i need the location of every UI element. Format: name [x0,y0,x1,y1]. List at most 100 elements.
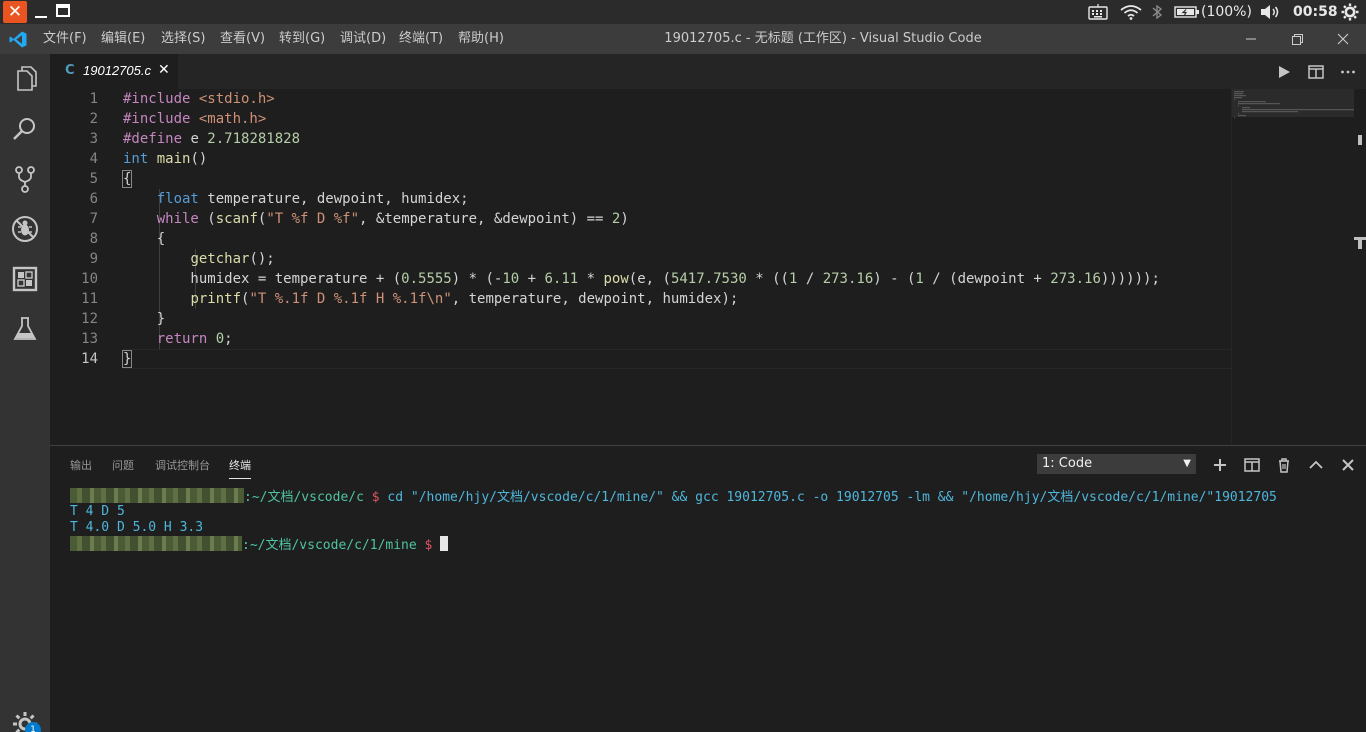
files-icon[interactable] [9,63,41,95]
clock[interactable]: 00:58 [1293,0,1338,24]
terminal-path: :~/文档/vscode/c [244,490,364,505]
code-text: #define e 2.718281828 [123,129,300,149]
code-line[interactable]: 12 } [50,309,1231,329]
terminal-line-1: :~/文档/vscode/c $ cd "/home/hjy/文档/vscode… [70,488,1277,505]
maximize-panel-icon[interactable] [1307,456,1325,474]
menu-edit[interactable]: 编辑(E) [101,24,145,54]
menu-view[interactable]: 查看(V) [220,24,265,54]
minimap[interactable] [1231,89,1366,445]
window-restore-button[interactable] [1286,29,1308,49]
code-line[interactable]: 1 #include <stdio.h> [50,89,1231,109]
code-token: 0.5555 [401,271,452,287]
code-token: )))))); [1100,271,1160,287]
code-token: 10 [502,271,520,287]
os-close-button[interactable]: ✕ [3,1,27,23]
scroll-marker-bottom [1358,237,1362,249]
menu-help[interactable]: 帮助(H) [458,24,504,54]
code-text: float temperature, dewpoint, humidex; [123,189,469,209]
editor-scrollbar[interactable] [1354,89,1366,445]
run-icon[interactable] [1274,62,1294,82]
line-number: 13 [81,331,98,347]
battery-percent: (100%) [1201,4,1252,20]
line-number: 7 [89,211,98,227]
test-flask-icon[interactable] [9,313,41,345]
code-token: * (( [746,271,789,287]
code-token: (e, ( [628,271,671,287]
code-token: 273.16 [1050,271,1101,287]
line-number: 5 [89,171,98,187]
source-control-icon[interactable] [9,163,41,195]
new-terminal-icon[interactable] [1211,456,1229,474]
active-tab-indicator [229,478,251,479]
code-line[interactable]: 9 getchar(); [50,249,1231,269]
code-token: 1 [915,271,924,287]
code-line[interactable]: 7 while (scanf("T %f D %f", &temperature… [50,209,1231,229]
vscode-logo-icon [9,31,27,48]
code-editor[interactable]: 1 #include <stdio.h> 2 #include <math.h> 3 #d… [50,89,1231,445]
settings-badge: 1 [25,722,41,732]
kill-terminal-icon[interactable] [1275,456,1293,474]
line-number: 1 [89,91,98,107]
split-terminal-icon[interactable] [1243,456,1261,474]
tab-output[interactable]: 输出 [70,457,92,473]
code-line[interactable]: 14} [50,349,1231,369]
close-panel-icon[interactable] [1339,456,1357,474]
code-token: humidex = temperature + ( [123,271,402,287]
code-token: / [797,271,823,287]
code-line[interactable]: 13 return 0; [50,329,1231,349]
code-token: 0 [215,331,225,347]
code-token: ) * (- [451,271,503,287]
terminal-selector[interactable]: 1: Code ▼ [1037,454,1196,474]
code-line[interactable]: 10 humidex = temperature + (0.5555) * (-… [50,269,1231,289]
terminal-cursor [440,536,449,551]
code-line[interactable]: 6 float temperature, dewpoint, humidex; [50,189,1231,209]
os-minimize-button[interactable] [33,4,49,20]
code-line[interactable]: 4 int main() [50,149,1231,169]
code-token: ) - ( [873,271,916,287]
line-number: 4 [89,151,98,167]
code-token: + [519,271,545,287]
extensions-icon[interactable] [9,263,41,295]
menu-terminal[interactable]: 终端(T) [399,24,443,54]
line-number: 9 [89,251,98,267]
bottom-panel: 输出 问题 调试控制台 终端 1: Code ▼ :~/文档/vscode/c … [50,445,1366,732]
code-line[interactable]: 5{ [50,169,1231,189]
tab-terminal[interactable]: 终端 [229,457,251,473]
code-text: } [123,309,165,329]
code-token: #include [123,91,199,107]
code-token: / (dewpoint + [923,271,1051,287]
code-token: temperature, dewpoint, humidex; [207,191,469,207]
split-editor-icon[interactable] [1306,62,1326,82]
os-top-bar: ✕ (100%) 00:58 [0,0,1366,24]
search-icon[interactable] [9,113,41,145]
code-token: () [190,151,208,167]
menu-go[interactable]: 转到(G) [279,24,325,54]
code-token: scanf [215,211,258,227]
tab-19012705-c[interactable]: C 19012705.c ✕ [50,54,178,89]
code-token: #include [123,111,199,127]
more-actions-icon[interactable] [1338,62,1358,82]
code-token: (); [249,251,275,267]
os-maximize-button[interactable] [56,4,70,17]
code-token: e [190,131,208,147]
redacted-user-host [70,536,242,551]
code-line[interactable]: 8 { [50,229,1231,249]
code-line[interactable]: 2 #include <math.h> [50,109,1231,129]
tab-debug-console[interactable]: 调试控制台 [155,457,210,473]
code-token: getchar [190,251,250,267]
debug-icon[interactable] [9,213,41,245]
tab-problems[interactable]: 问题 [112,457,134,473]
code-token: float [156,191,208,207]
menu-file[interactable]: 文件(F) [43,24,87,54]
menu-debug[interactable]: 调试(D) [340,24,386,54]
code-line[interactable]: 3 #define e 2.718281828 [50,129,1231,149]
window-close-button[interactable] [1332,29,1354,49]
code-line[interactable]: 11 printf("T %.1f D %.1f H %.1f\n", temp… [50,289,1231,309]
tab-close-icon[interactable]: ✕ [158,62,170,78]
code-token: printf [190,291,242,307]
code-text: #include <stdio.h> [123,89,275,109]
menu-selection[interactable]: 选择(S) [161,24,205,54]
window-minimize-button[interactable] [1240,29,1262,49]
